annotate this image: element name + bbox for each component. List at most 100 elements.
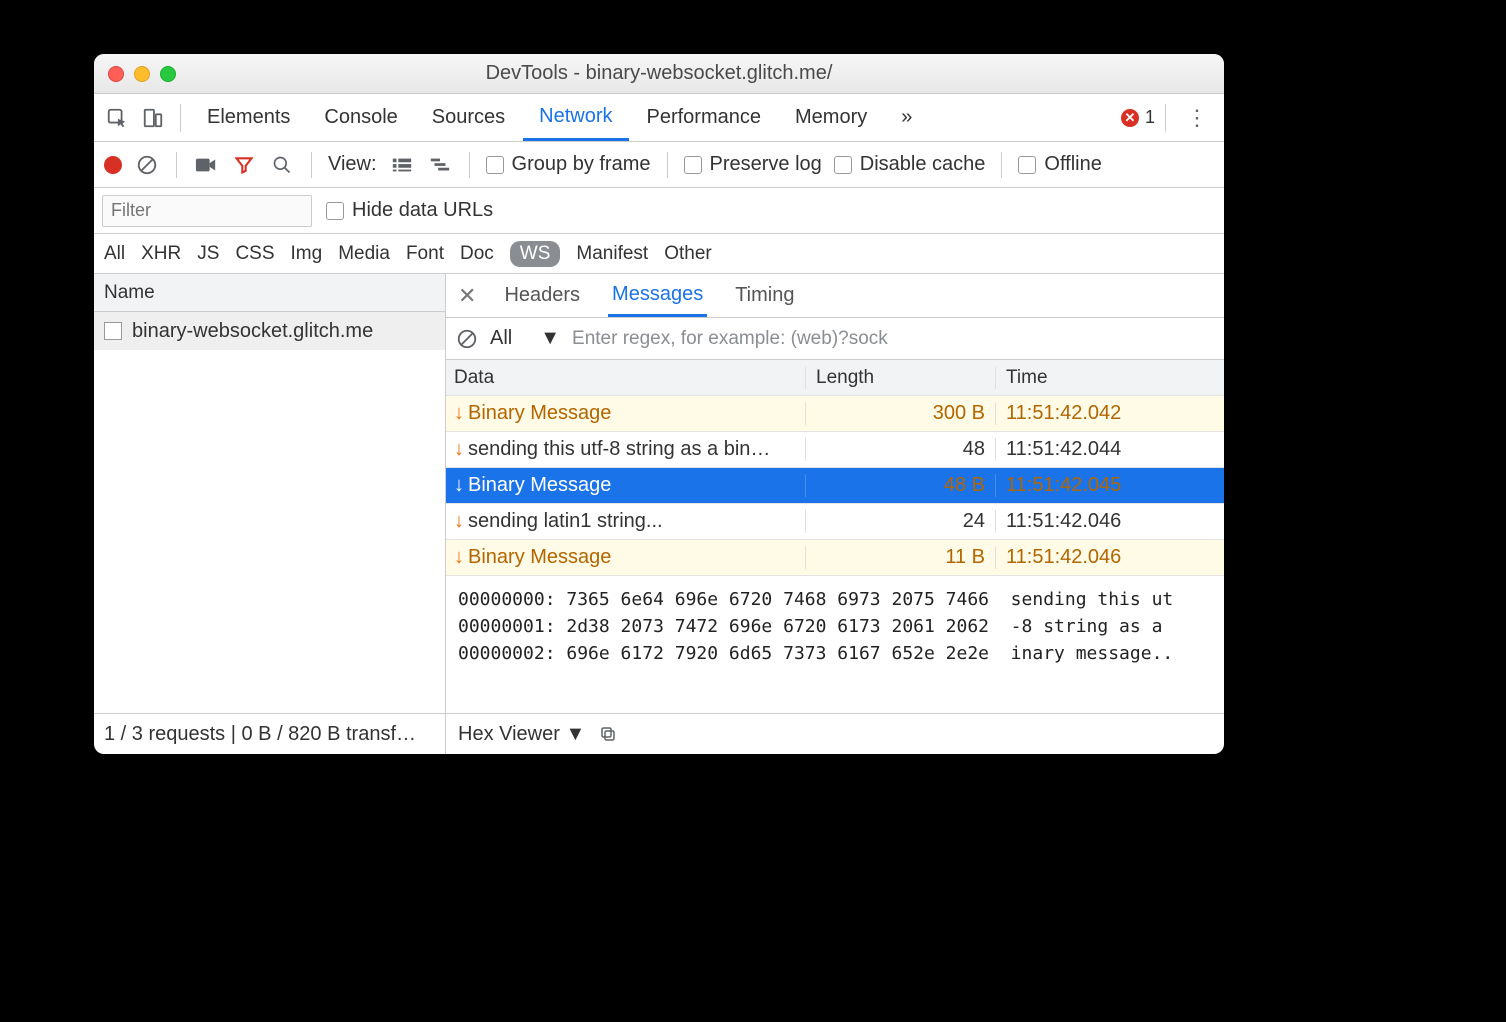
request-row[interactable]: binary-websocket.glitch.me (94, 312, 445, 350)
tab-messages[interactable]: Messages (608, 274, 707, 317)
message-length: 48 (806, 438, 996, 461)
copy-icon[interactable] (599, 725, 617, 743)
hide-data-urls-checkbox[interactable]: Hide data URLs (326, 199, 493, 222)
details-pane: ✕ Headers Messages Timing All ▼ Enter re… (446, 274, 1224, 713)
record-button[interactable] (104, 156, 122, 174)
request-label: binary-websocket.glitch.me (132, 320, 373, 343)
message-length: 24 (806, 510, 996, 533)
minimize-window-button[interactable] (134, 66, 150, 82)
tab-sources[interactable]: Sources (416, 94, 521, 141)
main-tabbar: Elements Console Sources Network Perform… (94, 94, 1224, 142)
filter-icon[interactable] (231, 152, 257, 178)
typefilter-img[interactable]: Img (291, 243, 323, 265)
messages-regex-input[interactable]: Enter regex, for example: (web)?sock (572, 328, 1214, 350)
request-icon (104, 322, 122, 340)
filter-input[interactable] (102, 195, 312, 227)
arrow-down-icon: ↓ (454, 402, 464, 425)
more-menu-icon[interactable]: ⋮ (1176, 105, 1218, 131)
message-data: Binary Message (468, 546, 611, 569)
arrow-down-icon: ↓ (454, 546, 464, 569)
clear-icon[interactable] (134, 152, 160, 178)
tab-headers[interactable]: Headers (500, 274, 584, 317)
message-row[interactable]: ↓sending this utf-8 string as a bin… 4811… (446, 432, 1224, 468)
message-row[interactable]: ↓Binary Message 11 B11:51:42.046 (446, 540, 1224, 576)
typefilter-doc[interactable]: Doc (460, 243, 494, 265)
message-data: sending this utf-8 string as a bin… (468, 438, 770, 461)
message-data: Binary Message (468, 402, 611, 425)
tab-console[interactable]: Console (308, 94, 413, 141)
chevron-down-icon: ▼ (540, 327, 560, 350)
status-summary: 1 / 3 requests | 0 B / 820 B transf… (94, 714, 446, 754)
messages-table: Data Length Time ↓Binary Message300 B11:… (446, 360, 1224, 576)
preserve-log-checkbox[interactable]: Preserve log (684, 153, 822, 176)
large-rows-icon[interactable] (389, 152, 415, 178)
titlebar: DevTools - binary-websocket.glitch.me/ (94, 54, 1224, 94)
col-time[interactable]: Time (996, 367, 1224, 389)
tab-performance[interactable]: Performance (631, 94, 778, 141)
tab-timing[interactable]: Timing (731, 274, 798, 317)
group-by-frame-checkbox[interactable]: Group by frame (486, 153, 651, 176)
message-row[interactable]: ↓sending latin1 string... 2411:51:42.046 (446, 504, 1224, 540)
message-data: sending latin1 string... (468, 510, 663, 533)
network-toolbar: View: Group by frame Preserve log Disabl… (94, 142, 1224, 188)
name-column-header[interactable]: Name (94, 274, 445, 312)
typefilter-all[interactable]: All (104, 243, 125, 265)
arrow-down-icon: ↓ (454, 510, 464, 533)
device-toolbar-icon[interactable] (136, 101, 170, 135)
hex-viewer-dropdown[interactable]: Hex Viewer ▼ (458, 723, 585, 746)
message-time: 11:51:42.046 (996, 510, 1224, 533)
message-time: 11:51:42.044 (996, 438, 1224, 461)
col-length[interactable]: Length (806, 367, 996, 389)
close-details-icon[interactable]: ✕ (458, 283, 476, 309)
window-title: DevTools - binary-websocket.glitch.me/ (94, 62, 1224, 85)
typefilter-ws[interactable]: WS (510, 241, 561, 267)
status-bar: 1 / 3 requests | 0 B / 820 B transf… Hex… (94, 714, 1224, 754)
message-row[interactable]: ↓Binary Message 300 B11:51:42.042 (446, 396, 1224, 432)
hex-viewer: 00000000: 7365 6e64 696e 6720 7468 6973 … (446, 576, 1224, 713)
filter-row: Hide data URLs (94, 188, 1224, 234)
close-window-button[interactable] (108, 66, 124, 82)
tab-elements[interactable]: Elements (191, 94, 306, 141)
type-filter-row: All XHR JS CSS Img Media Font Doc WS Man… (94, 234, 1224, 274)
message-time: 11:51:42.046 (996, 546, 1224, 569)
message-data: Binary Message (468, 474, 611, 497)
traffic-lights (108, 66, 176, 82)
typefilter-font[interactable]: Font (406, 243, 444, 265)
typefilter-xhr[interactable]: XHR (141, 243, 181, 265)
tab-network[interactable]: Network (523, 94, 628, 141)
tab-memory[interactable]: Memory (779, 94, 883, 141)
message-length: 11 B (806, 546, 996, 569)
message-length: 300 B (806, 402, 996, 425)
col-data[interactable]: Data (446, 367, 806, 389)
error-count: 1 (1145, 107, 1155, 128)
details-tabbar: ✕ Headers Messages Timing (446, 274, 1224, 318)
typefilter-media[interactable]: Media (338, 243, 390, 265)
message-time: 11:51:42.042 (996, 402, 1224, 425)
typefilter-other[interactable]: Other (664, 243, 712, 265)
waterfall-icon[interactable] (427, 152, 453, 178)
arrow-down-icon: ↓ (454, 438, 464, 461)
tabs-overflow[interactable]: » (885, 94, 928, 141)
split-view: Name binary-websocket.glitch.me ✕ Header… (94, 274, 1224, 714)
clear-messages-icon[interactable] (456, 328, 478, 350)
disable-cache-checkbox[interactable]: Disable cache (834, 153, 986, 176)
requests-pane: Name binary-websocket.glitch.me (94, 274, 446, 713)
zoom-window-button[interactable] (160, 66, 176, 82)
typefilter-manifest[interactable]: Manifest (576, 243, 648, 265)
messages-toolbar: All ▼ Enter regex, for example: (web)?so… (446, 318, 1224, 360)
arrow-down-icon: ↓ (454, 474, 464, 497)
typefilter-js[interactable]: JS (197, 243, 219, 265)
message-time: 11:51:42.045 (996, 474, 1224, 497)
message-row[interactable]: ↓Binary Message 48 B11:51:42.045 (446, 468, 1224, 504)
error-icon: ✕ (1121, 109, 1139, 127)
search-icon[interactable] (269, 152, 295, 178)
messages-filter-dropdown[interactable]: All ▼ (490, 327, 560, 350)
inspect-element-icon[interactable] (100, 101, 134, 135)
camera-icon[interactable] (193, 152, 219, 178)
devtools-window: DevTools - binary-websocket.glitch.me/ E… (94, 54, 1224, 754)
error-badge[interactable]: ✕ 1 (1121, 107, 1155, 128)
message-length: 48 B (806, 474, 996, 497)
messages-header-row: Data Length Time (446, 360, 1224, 396)
typefilter-css[interactable]: CSS (235, 243, 274, 265)
offline-checkbox[interactable]: Offline (1018, 153, 1101, 176)
